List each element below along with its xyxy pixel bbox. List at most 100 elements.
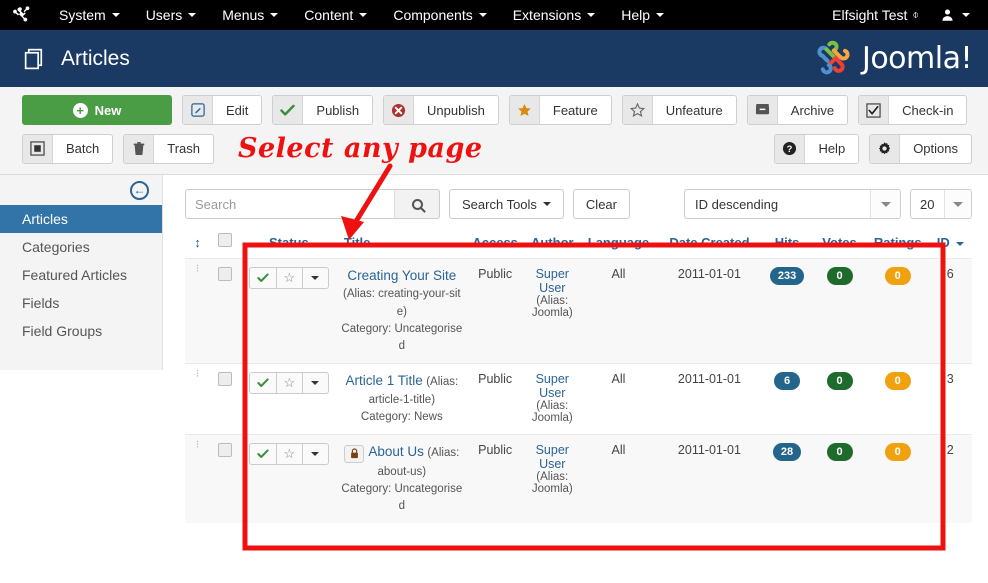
options-button-label: Options [913,141,958,156]
toggle-publish-button[interactable] [248,267,277,289]
user-menu-button[interactable] [929,4,974,26]
checkbox-checked-icon [859,96,890,124]
help-button-label: Help [818,141,846,156]
collapse-left-icon[interactable]: ← [130,180,149,200]
search-box[interactable] [185,189,440,219]
checkin-button[interactable]: Check-in [858,95,968,125]
th-checkall[interactable] [210,229,240,259]
list-limit-select[interactable]: 20 [910,189,972,219]
menu-item-help[interactable]: Help [608,3,677,27]
th-language[interactable]: Language [580,229,657,259]
sidebar-item-label: Fields [22,295,60,311]
toggle-publish-button[interactable] [248,372,277,394]
toggle-feature-button[interactable]: ☆ [276,372,303,394]
article-category: Category: Uncategorised [341,323,463,352]
row-drag-handle[interactable]: ⁝ [185,363,211,435]
th-id[interactable]: ID [929,229,972,259]
article-title-link[interactable]: Article 1 Title [345,373,422,388]
th-status[interactable]: Status [240,229,338,259]
article-title-link[interactable]: Creating Your Site [347,268,456,283]
row-drag-handle[interactable]: ⁝ [185,258,211,364]
menu-item-system[interactable]: System [46,3,133,27]
menu-item-menus[interactable]: Menus [209,3,291,27]
row-checkbox-cell[interactable] [210,434,240,523]
th-title[interactable]: Title [338,229,466,259]
th-ratings[interactable]: Ratings [867,229,929,259]
toggle-publish-button[interactable] [248,443,277,465]
toolbar: + New Edit Publish Unpublish Feature Unf… [0,87,988,175]
feature-button[interactable]: Feature [508,95,612,125]
help-button[interactable]: ? Help [774,133,860,164]
edit-button-label: Edit [226,102,249,118]
archive-button[interactable]: Archive [746,95,849,125]
trash-icon [124,134,155,163]
author-link[interactable]: Super User [536,267,569,295]
row-checkbox[interactable] [217,267,232,281]
clear-filters-button[interactable]: Clear [572,189,630,219]
trash-button[interactable]: Trash [123,133,214,164]
chevron-down-icon [962,13,970,17]
status-dropdown-button[interactable] [302,267,329,289]
new-button[interactable]: + New [22,95,172,125]
status-dropdown-button[interactable] [302,372,329,394]
menu-item-label: Components [393,7,473,23]
archive-button-label: Archive [790,102,835,118]
sidebar-item-featured-articles[interactable]: Featured Articles [0,261,162,289]
row-language-cell: All [580,363,657,435]
article-category: Category: News [360,411,443,423]
th-access[interactable]: Access [466,229,525,259]
sidebar-item-field-groups[interactable]: Field Groups [0,317,162,345]
page-title-text: Articles [61,46,130,70]
site-name-link[interactable]: Elfsight Test ⌽ [822,3,929,27]
edit-button[interactable]: Edit [182,95,263,125]
search-submit-button[interactable] [394,190,439,218]
menu-item-users[interactable]: Users [133,3,210,27]
author-alias: (Alias: Joomla) [531,471,573,495]
sidebar-item-label: Articles [22,211,68,227]
annotation-text: Select any page [238,133,483,164]
sidebar-item-articles[interactable]: Articles [0,205,162,233]
checkin-button-label: Check-in [902,102,954,118]
joomla-logo-icon[interactable] [10,4,32,26]
th-status-label: Status [268,235,309,250]
votes-badge: 0 [826,372,853,390]
th-votes[interactable]: Votes [812,229,867,259]
author-link[interactable]: Super User [536,372,569,400]
row-checkbox[interactable] [217,372,232,386]
publish-button[interactable]: Publish [272,95,374,125]
th-ordering[interactable]: ↕ [185,229,210,259]
th-author[interactable]: Author [525,229,580,259]
menu-item-label: Extensions [512,7,582,23]
status-dropdown-button[interactable] [302,443,329,465]
options-button[interactable]: Options [869,133,972,164]
sidebar-item-fields[interactable]: Fields [0,289,162,317]
checkmark-icon [257,378,269,387]
row-drag-handle[interactable]: ⁝ [185,434,211,523]
th-access-label: Access [472,235,518,250]
new-button-label: New [94,102,122,118]
row-checkbox[interactable] [217,443,232,457]
th-date-created[interactable]: Date Created [657,229,762,259]
table-row: ⁝ ☆ [185,434,972,523]
sidebar-item-categories[interactable]: Categories [0,233,162,261]
row-checkbox-cell[interactable] [210,258,240,364]
author-link[interactable]: Super User [536,443,569,471]
toggle-feature-button[interactable]: ☆ [276,267,303,289]
select-all-checkbox[interactable] [217,233,232,247]
unpublish-button[interactable]: Unpublish [383,95,499,125]
unfeature-button[interactable]: Unfeature [621,95,737,125]
ordering-select[interactable]: ID descending [684,189,901,219]
menu-item-components[interactable]: Components [380,3,499,27]
menu-item-extensions[interactable]: Extensions [500,3,608,27]
search-input[interactable] [186,190,394,218]
toggle-feature-button[interactable]: ☆ [276,443,303,465]
menu-item-content[interactable]: Content [291,3,380,27]
th-hits[interactable]: Hits [762,229,812,259]
status-button-group: ☆ [248,443,329,465]
row-checkbox-cell[interactable] [210,363,240,435]
article-title-link[interactable]: About Us [368,444,424,459]
th-title-label: Title [343,235,371,250]
batch-button[interactable]: Batch [22,133,114,164]
hits-badge: 28 [772,443,802,461]
search-tools-button[interactable]: Search Tools [449,189,564,219]
